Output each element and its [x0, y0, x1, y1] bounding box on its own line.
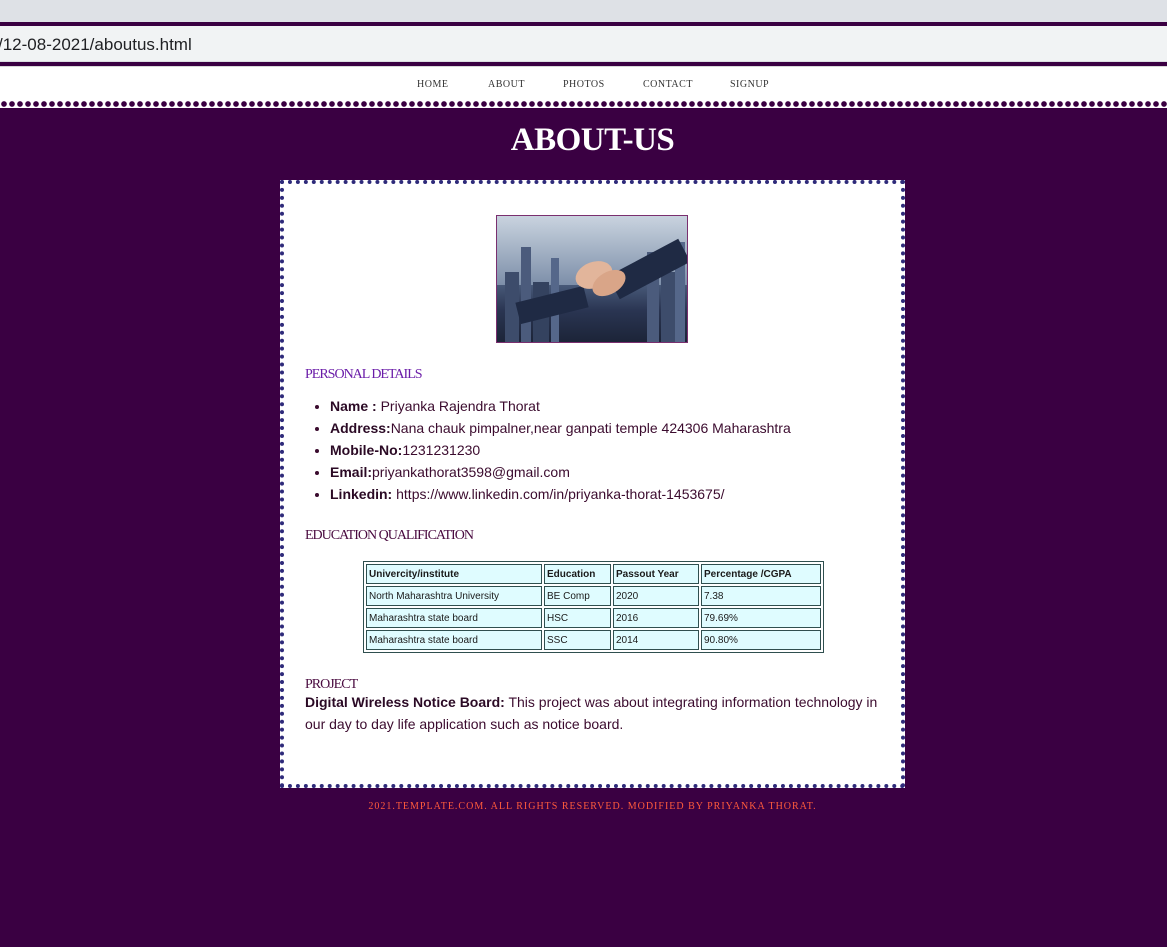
table-cell: BE Comp — [544, 586, 611, 606]
table-cell: Maharashtra state board — [366, 608, 542, 628]
about-card: PERSONAL DETAILS Name : Priyanka Rajendr… — [280, 180, 905, 788]
table-header-row: Univercity/institute Education Passout Y… — [366, 564, 821, 584]
table-cell: 79.69% — [701, 608, 821, 628]
table-cell: 7.38 — [701, 586, 821, 606]
nav-contact[interactable]: CONTACT — [643, 79, 693, 90]
browser-tab-strip — [0, 0, 1167, 22]
education-table: Univercity/institute Education Passout Y… — [363, 561, 824, 653]
nav-signup[interactable]: SIGNUP — [730, 79, 769, 90]
personal-details-list: Name : Priyanka Rajendra Thorat Address:… — [330, 395, 791, 505]
nav-home[interactable]: HOME — [417, 79, 448, 90]
table-cell: North Maharashtra University — [366, 586, 542, 606]
nav-about[interactable]: ABOUT — [488, 79, 525, 90]
detail-address: Address:Nana chauk pimpalner,near ganpat… — [330, 417, 791, 439]
detail-name: Name : Priyanka Rajendra Thorat — [330, 395, 791, 417]
table-row: North Maharashtra University BE Comp 202… — [366, 586, 821, 606]
personal-details-heading: PERSONAL DETAILS — [305, 367, 423, 382]
table-header-cell: Passout Year — [613, 564, 699, 584]
education-heading: EDUCATION QUALIFICATION — [305, 528, 474, 543]
nav-photos[interactable]: PHOTOS — [563, 79, 605, 90]
detail-linkedin: Linkedin: https://www.linkedin.com/in/pr… — [330, 483, 791, 505]
browser-address-bar[interactable]: /12-08-2021/aboutus.html — [0, 26, 1167, 62]
table-row: Maharashtra state board HSC 2016 79.69% — [366, 608, 821, 628]
project-description: Digital Wireless Notice Board: This proj… — [305, 691, 890, 735]
page-title: ABOUT-US — [510, 122, 675, 158]
handshake-image — [496, 215, 688, 343]
address-bar-url[interactable]: /12-08-2021/aboutus.html — [0, 35, 192, 55]
table-header-cell: Univercity/institute — [366, 564, 542, 584]
site-nav: HOME ABOUT PHOTOS CONTACT SIGNUP — [0, 66, 1167, 103]
table-cell: 2020 — [613, 586, 699, 606]
table-header-cell: Percentage /CGPA — [701, 564, 821, 584]
table-cell: 2016 — [613, 608, 699, 628]
table-row: Maharashtra state board SSC 2014 90.80% — [366, 630, 821, 650]
table-cell: HSC — [544, 608, 611, 628]
table-cell: Maharashtra state board — [366, 630, 542, 650]
table-cell: 90.80% — [701, 630, 821, 650]
table-cell: 2014 — [613, 630, 699, 650]
project-title: Digital Wireless Notice Board: — [305, 694, 505, 710]
footer-copyright: 2021.TEMPLATE.COM. ALL RIGHTS RESERVED. … — [368, 801, 817, 812]
scalloped-divider — [0, 100, 1167, 108]
detail-email: Email:priyankathorat3598@gmail.com — [330, 461, 791, 483]
table-header-cell: Education — [544, 564, 611, 584]
table-cell: SSC — [544, 630, 611, 650]
detail-mobile: Mobile-No:1231231230 — [330, 439, 791, 461]
